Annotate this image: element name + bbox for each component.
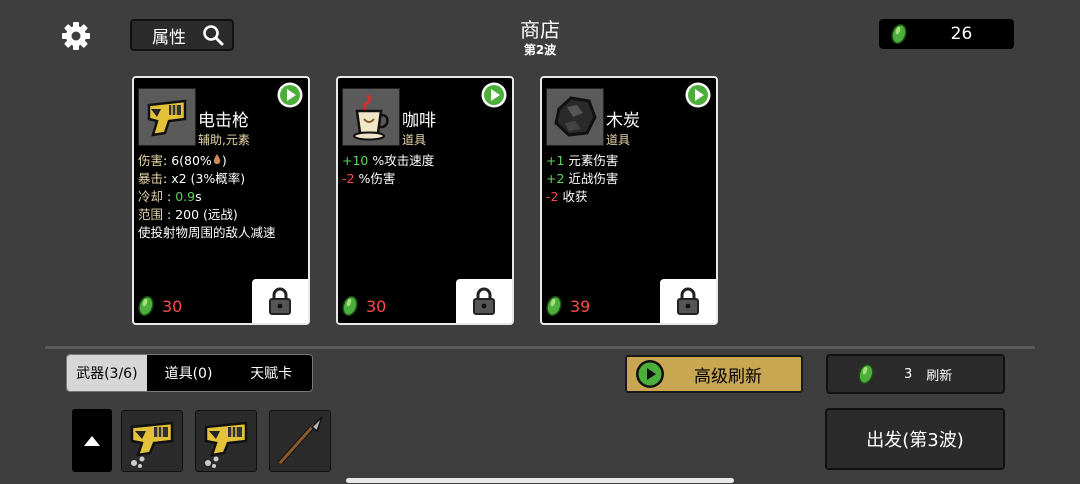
stat-text: -2 [342, 171, 355, 186]
stat-text: %攻击速度 [368, 153, 435, 168]
item-category: 辅助,元素 [198, 133, 250, 147]
play-icon [636, 360, 664, 388]
stat-text: 收获 [558, 189, 588, 204]
lock-button[interactable] [456, 279, 512, 323]
play-icon[interactable] [276, 81, 304, 109]
refresh-label: 刷新 [926, 368, 953, 384]
refresh-button[interactable]: 3 刷新 [826, 354, 1005, 394]
inventory-slot-spear[interactable] [269, 410, 331, 472]
stat-line: -2 收获 [546, 188, 618, 206]
stat-text: 暴击 [138, 171, 164, 186]
coffee-cup-icon [342, 88, 400, 146]
padlock-icon [269, 287, 291, 315]
attributes-button[interactable]: 属性 [130, 19, 234, 51]
wave-label: 第2波 [523, 43, 557, 57]
stat-text: s [195, 189, 202, 204]
taser-icon [138, 88, 196, 146]
materials-counter: 26 [879, 19, 1014, 49]
stat-line: +1 元素伤害 [546, 152, 618, 170]
item-price: 30 [138, 295, 182, 317]
item-name: 电击枪 [198, 111, 249, 131]
stat-text: 近战伤害 [564, 171, 619, 186]
item-price: 30 [342, 295, 386, 317]
item-category: 道具 [402, 133, 427, 147]
item-name: 木炭 [606, 111, 640, 131]
shop-card-taser[interactable]: 电击枪 辅助,元素 伤害: 6(80%) 暴击: x2 (3%概率) 冷却 : 0.… [132, 76, 310, 325]
stat-text: : [163, 189, 176, 204]
inventory-slot-taser[interactable] [121, 410, 183, 472]
stat-line: 暴击: x2 (3%概率) [138, 170, 276, 188]
stat-text: : 6(80% [163, 153, 212, 168]
stat-text: 元素伤害 [564, 153, 619, 168]
materials-amount: 26 [950, 24, 973, 44]
stat-line: 使投射物周围的敌人减速 [138, 224, 276, 242]
material-gem-icon [546, 295, 562, 317]
inventory-slot-taser[interactable] [195, 410, 257, 472]
stat-line: +10 %攻击速度 [342, 152, 434, 170]
item-price: 39 [546, 295, 590, 317]
go-next-wave-button[interactable]: 出发(第3波) [825, 408, 1005, 470]
material-gem-icon [342, 295, 358, 317]
price-value: 39 [570, 296, 591, 316]
stat-text: %伤害 [354, 171, 396, 186]
stat-text: 伤害 [138, 153, 164, 168]
price-value: 30 [366, 296, 387, 316]
expand-inventory-button[interactable] [72, 409, 112, 472]
arrow-up-icon [84, 435, 100, 446]
shop-header: 商店 第2波 [440, 18, 640, 58]
item-stats: 伤害: 6(80%) 暴击: x2 (3%概率) 冷却 : 0.9s 范围 : 200… [138, 152, 276, 242]
play-icon[interactable] [480, 81, 508, 109]
price-value: 30 [162, 296, 183, 316]
stat-text: 使投射物周围的敌人减速 [138, 225, 276, 240]
refresh-cost: 3 [904, 366, 913, 382]
advanced-refresh-label: 高级刷新 [694, 366, 762, 387]
material-gem-icon [138, 295, 154, 317]
play-icon[interactable] [684, 81, 712, 109]
tab-talent-cards[interactable]: 天赋卡 [230, 355, 312, 391]
item-category: 道具 [606, 133, 631, 147]
taser-icon [130, 421, 174, 468]
inventory-tabs: 武器(3/6) 道具(0) 天赋卡 [66, 354, 313, 392]
divider [45, 346, 1035, 349]
search-icon [203, 25, 224, 46]
stat-text: 冷却 [138, 189, 164, 204]
lock-button[interactable] [252, 279, 308, 323]
stat-text: +1 [546, 153, 565, 168]
material-gem-icon [858, 363, 874, 385]
stat-text: 范围 [138, 207, 164, 222]
stat-text: ) [221, 153, 227, 168]
stat-text: : 200 (远战) [163, 207, 238, 222]
shop-card-charcoal[interactable]: 木炭 道具 +1 元素伤害 +2 近战伤害 -2 收获 39 [540, 76, 718, 325]
attributes-label: 属性 [152, 27, 186, 48]
stat-line: +2 近战伤害 [546, 170, 618, 188]
page-title: 商店 [520, 18, 560, 42]
stat-line: -2 %伤害 [342, 170, 434, 188]
stat-text: -2 [546, 189, 559, 204]
stat-text: +2 [546, 171, 565, 186]
material-gem-icon [891, 23, 907, 45]
item-stats: +10 %攻击速度 -2 %伤害 [342, 152, 434, 188]
damage-drop-icon [213, 154, 221, 165]
stat-line: 伤害: 6(80%) [138, 152, 276, 170]
settings-gear-icon[interactable] [61, 21, 91, 51]
spear-icon [278, 416, 323, 465]
tab-weapons[interactable]: 武器(3/6) [67, 355, 147, 391]
lock-button[interactable] [660, 279, 716, 323]
stat-text: : x2 (3%概率) [163, 171, 246, 186]
padlock-icon [677, 287, 699, 315]
stat-line: 冷却 : 0.9s [138, 188, 276, 206]
stat-line: 范围 : 200 (远战) [138, 206, 276, 224]
item-name: 咖啡 [402, 111, 436, 131]
taser-icon [204, 421, 248, 468]
stat-text: +10 [342, 153, 369, 168]
padlock-icon [473, 287, 495, 315]
home-indicator [346, 478, 734, 483]
stat-text: 0.9 [175, 189, 196, 204]
shop-card-coffee[interactable]: 咖啡 道具 +10 %攻击速度 -2 %伤害 30 [336, 76, 514, 325]
charcoal-icon [546, 88, 604, 146]
tab-items[interactable]: 道具(0) [147, 355, 231, 391]
advanced-refresh-button[interactable]: 高级刷新 [625, 355, 803, 393]
item-stats: +1 元素伤害 +2 近战伤害 -2 收获 [546, 152, 618, 206]
